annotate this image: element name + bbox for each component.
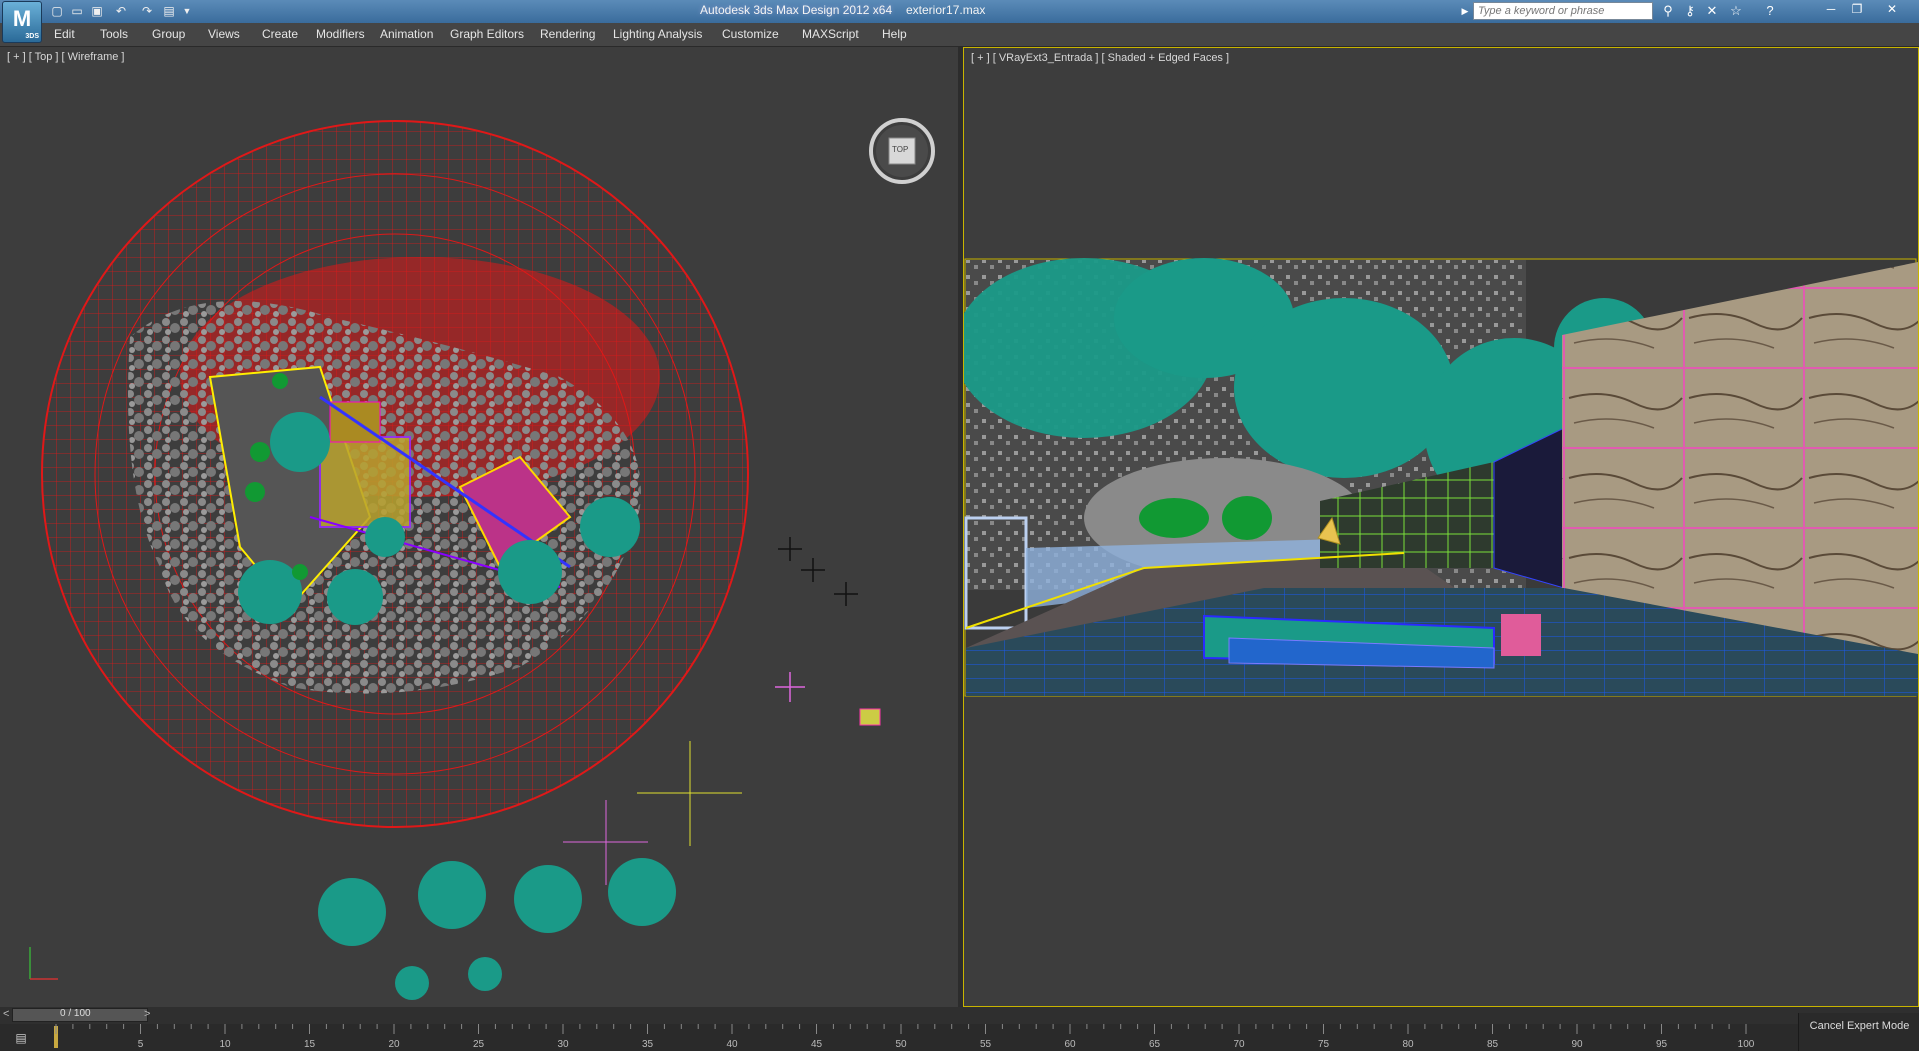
- menu-bar: Edit Tools Group Views Create Modifiers …: [0, 23, 1919, 47]
- menu-lighting-analysis[interactable]: Lighting Analysis: [613, 27, 702, 41]
- ruler-tick-label: 35: [641, 1039, 654, 1050]
- help-icon[interactable]: ?: [1760, 2, 1780, 20]
- ruler-tick-label: 45: [810, 1039, 823, 1050]
- binoculars-icon[interactable]: ⚲: [1658, 2, 1678, 20]
- time-slider-bar: < 0 / 100 >: [0, 1007, 1919, 1024]
- ruler-tick-label: 40: [726, 1039, 738, 1050]
- axis-tripod: [29, 947, 58, 980]
- ruler-tick-label: 75: [1317, 1039, 1330, 1050]
- app-logo-text: 3DS: [25, 33, 39, 40]
- next-frame-arrow[interactable]: >: [144, 1008, 150, 1020]
- window-title: Autodesk 3ds Max Design 2012 x64: [700, 3, 893, 17]
- new-file-icon[interactable]: ▢: [48, 3, 66, 19]
- project-folder-icon[interactable]: ▤: [160, 3, 178, 19]
- tree-instance[interactable]: [418, 861, 486, 929]
- tree-instance[interactable]: [395, 966, 429, 1000]
- tree-instance[interactable]: [608, 858, 676, 926]
- menu-modifiers[interactable]: Modifiers: [316, 27, 365, 41]
- viewport-label-top[interactable]: [ + ] [ Top ] [ Wireframe ]: [7, 51, 124, 63]
- ruler-tick-label: 55: [979, 1039, 992, 1050]
- ruler-tick-label: 20: [388, 1039, 400, 1050]
- menu-group[interactable]: Group: [152, 27, 185, 41]
- viewport-camera[interactable]: [ + ] [ VRayExt3_Entrada ] [ Shaded + Ed…: [963, 47, 1919, 1007]
- search-input[interactable]: Type a keyword or phrase: [1473, 2, 1653, 20]
- application-menu-button[interactable]: M 3DS: [2, 1, 42, 43]
- camera-view-scene: [964, 258, 1918, 697]
- menu-customize[interactable]: Customize: [722, 27, 779, 41]
- viewcube[interactable]: TOP: [868, 117, 936, 185]
- menu-help[interactable]: Help: [882, 27, 907, 41]
- quick-access-dropdown-icon[interactable]: ▼: [178, 3, 196, 19]
- menu-maxscript[interactable]: MAXScript: [802, 27, 859, 41]
- ruler-tick-label: 90: [1571, 1039, 1583, 1050]
- menu-animation[interactable]: Animation: [380, 27, 433, 41]
- undo-icon[interactable]: ↶: [112, 3, 130, 19]
- open-file-icon[interactable]: ▭: [68, 3, 86, 19]
- ruler-tick-label: 10: [219, 1039, 231, 1050]
- menu-tools[interactable]: Tools: [100, 27, 128, 41]
- file-name: exterior17.max: [906, 3, 986, 17]
- track-bar[interactable]: ▤ 5 10 15 20 25 30 35 40 45 50 55 60 65 70 75 80 85 90 95 1…: [0, 1024, 1919, 1051]
- title-bar: M 3DS ▢ ▭ ▣ ↶ ↷ ▤ ▼ Autodesk 3ds Max Desi…: [0, 0, 1919, 43]
- prev-frame-arrow[interactable]: <: [3, 1008, 9, 1020]
- ruler-tick-label: 5: [137, 1039, 144, 1050]
- tree-instance[interactable]: [318, 878, 386, 946]
- restore-icon[interactable]: ❐: [1843, 0, 1871, 18]
- infocenter-collapse-icon[interactable]: ▶: [1460, 2, 1470, 20]
- key-tools-icon[interactable]: ⚷: [1680, 2, 1700, 20]
- menu-edit[interactable]: Edit: [54, 27, 75, 41]
- ruler-tick-label: 25: [472, 1039, 485, 1050]
- cancel-expert-mode-button[interactable]: Cancel Expert Mode: [1798, 1013, 1919, 1051]
- ruler-tick-label: 60: [1064, 1039, 1076, 1050]
- communication-center-icon[interactable]: ✕: [1702, 2, 1722, 20]
- ruler-tick-label: 85: [1486, 1039, 1499, 1050]
- ruler-tick-label: 15: [303, 1039, 316, 1050]
- tree-instance[interactable]: [468, 957, 502, 991]
- redo-icon[interactable]: ↷: [138, 3, 156, 19]
- viewcube-face-label: TOP: [892, 145, 909, 154]
- ruler-tick-label: 95: [1655, 1039, 1668, 1050]
- viewport-label-camera[interactable]: [ + ] [ VRayExt3_Entrada ] [ Shaded + Ed…: [971, 52, 1229, 64]
- ruler-tick-label: 30: [557, 1039, 569, 1050]
- menu-graph-editors[interactable]: Graph Editors: [450, 27, 524, 41]
- top-view-scene: [29, 120, 881, 1000]
- menu-create[interactable]: Create: [262, 27, 298, 41]
- save-icon[interactable]: ▣: [88, 3, 106, 19]
- ruler-tick-label: 50: [895, 1039, 907, 1050]
- favorites-star-icon[interactable]: ☆: [1726, 2, 1746, 20]
- ruler-tick-label: 70: [1233, 1039, 1245, 1050]
- minimize-icon[interactable]: ─: [1817, 0, 1845, 18]
- ruler-tick-label: 80: [1402, 1039, 1414, 1050]
- frame-counter: 0 / 100: [60, 1008, 91, 1019]
- viewport-top[interactable]: [ + ] [ Top ] [ Wireframe ] TOP: [0, 47, 958, 1007]
- ruler-tick-label: 100: [1737, 1039, 1755, 1050]
- ruler-tick-label: 65: [1148, 1039, 1161, 1050]
- menu-rendering[interactable]: Rendering: [540, 27, 595, 41]
- light-helpers: [778, 537, 858, 606]
- close-icon[interactable]: ✕: [1878, 0, 1906, 18]
- tree-instance[interactable]: [514, 865, 582, 933]
- menu-views[interactable]: Views: [208, 27, 240, 41]
- curve-editor-icon[interactable]: ▤: [8, 1027, 34, 1049]
